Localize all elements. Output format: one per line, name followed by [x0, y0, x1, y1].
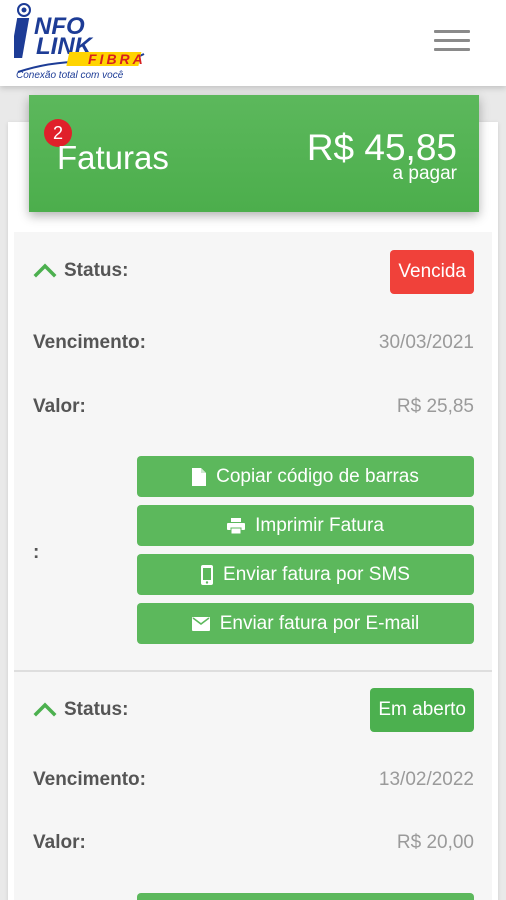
amount-label: Valor:: [33, 832, 86, 853]
mail-icon: [191, 616, 210, 631]
file-icon: [192, 467, 207, 486]
status-badge: Em aberto: [370, 688, 474, 732]
amount-value: R$ 20,00: [396, 832, 474, 853]
top-bar: NFO LINK FIBRA Conexão total com você: [0, 0, 506, 86]
amount-value: R$ 25,85: [396, 396, 474, 417]
send-email-button[interactable]: Enviar fatura por E-mail: [137, 603, 474, 644]
chevron-up-icon[interactable]: [33, 701, 57, 717]
invoices-summary-banner: 2 Faturas R$ 45,85 a pagar: [29, 95, 479, 212]
due-date-label: Vencimento:: [33, 769, 146, 790]
logo-text-fibra: FIBRA: [88, 51, 146, 67]
action-button[interactable]: [137, 893, 474, 900]
status-label: Status:: [64, 699, 129, 720]
invoice-item: Status: Vencida Vencimento: 30/03/2021 V…: [14, 232, 492, 670]
due-date-value: 13/02/2022: [378, 769, 474, 790]
infolink-logo[interactable]: NFO LINK FIBRA Conexão total com você: [10, 2, 164, 82]
send-email-label: Enviar fatura por E-mail: [219, 612, 420, 634]
amount-label: Valor:: [33, 396, 86, 417]
menu-icon[interactable]: [434, 30, 470, 56]
copy-barcode-label: Copiar código de barras: [216, 465, 419, 487]
copy-barcode-button[interactable]: Copiar código de barras: [137, 456, 474, 497]
logo-tagline: Conexão total com você: [16, 70, 124, 81]
chevron-up-icon[interactable]: [33, 262, 57, 278]
send-sms-button[interactable]: Enviar fatura por SMS: [137, 554, 474, 595]
status-badge: Vencida: [390, 250, 474, 294]
invoice-item: Status: Em aberto Vencimento: 13/02/2022…: [14, 672, 492, 900]
banner-title: Faturas: [57, 139, 169, 176]
print-invoice-label: Imprimir Fatura: [255, 514, 384, 536]
due-date-label: Vencimento:: [33, 332, 146, 353]
printer-icon: [227, 517, 246, 534]
phone-icon: [201, 564, 214, 585]
send-sms-label: Enviar fatura por SMS: [223, 563, 410, 585]
actions-label: :: [33, 542, 40, 563]
status-label: Status:: [64, 260, 129, 281]
amount-caption: a pagar: [392, 163, 457, 184]
print-invoice-button[interactable]: Imprimir Fatura: [137, 505, 474, 546]
due-date-value: 30/03/2021: [378, 332, 474, 353]
